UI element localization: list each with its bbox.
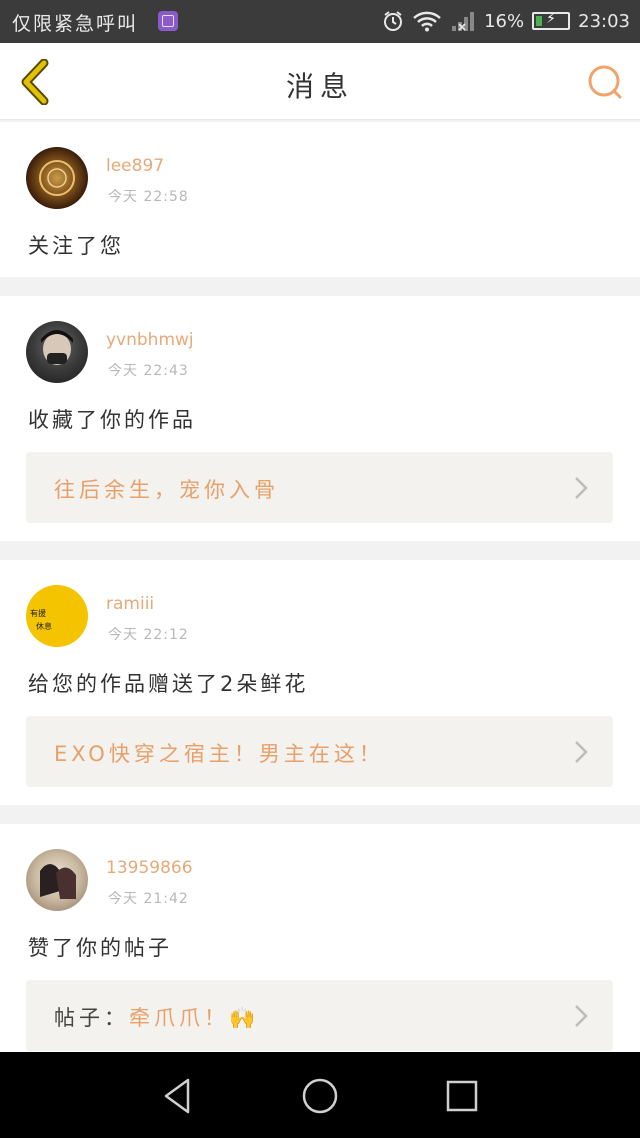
avatar[interactable] <box>26 147 88 209</box>
chevron-right-icon <box>575 477 588 499</box>
alarm-icon <box>384 11 403 31</box>
post-title-text: 牵爪爪！🙌 <box>129 1006 260 1030</box>
svg-text:休息: 休息 <box>36 621 52 631</box>
message-card[interactable]: 有援 休息 ramiii 今天 22:12 给您的作品赠送了2朵鲜花 EXO快穿… <box>0 560 640 805</box>
work-link[interactable]: EXO快穿之宿主！男主在这！ <box>26 716 613 787</box>
username[interactable]: 13959866 <box>106 858 193 878</box>
search-icon[interactable] <box>586 63 624 101</box>
username[interactable]: ramiii <box>106 594 154 614</box>
avatar[interactable] <box>26 321 88 383</box>
status-bar: 仅限紧急呼叫 16% ⚡ 23:03 <box>0 0 640 43</box>
username[interactable]: lee897 <box>106 156 164 176</box>
timestamp: 今天 22:43 <box>108 363 189 379</box>
status-time: 23:03 <box>578 10 630 32</box>
avatar-image <box>40 864 76 899</box>
work-link[interactable]: 往后余生，宠你入骨 <box>26 452 613 523</box>
image-icon <box>158 11 178 31</box>
message-text: 赞了你的帖子 <box>28 936 172 960</box>
recents-square-icon[interactable] <box>442 1076 482 1116</box>
system-nav-bar <box>0 1052 640 1138</box>
message-text: 给您的作品赠送了2朵鲜花 <box>28 672 309 696</box>
avatar-image <box>39 160 75 196</box>
post-title: 帖子：牵爪爪！🙌 <box>54 1002 259 1032</box>
status-left-text: 仅限紧急呼叫 <box>12 13 139 35</box>
timestamp: 今天 22:58 <box>108 189 189 205</box>
message-card[interactable]: yvnbhmwj 今天 22:43 收藏了你的作品 往后余生，宠你入骨 <box>0 296 640 541</box>
signal-icon <box>452 12 475 31</box>
post-prefix: 帖子： <box>54 1006 129 1030</box>
work-title: EXO快穿之宿主！男主在这！ <box>54 742 384 766</box>
post-link[interactable]: 帖子：牵爪爪！🙌 <box>26 980 613 1051</box>
home-circle-icon[interactable] <box>300 1076 340 1116</box>
avatar[interactable]: 有援 休息 <box>26 585 88 647</box>
work-title: 往后余生，宠你入骨 <box>54 478 279 502</box>
avatar[interactable] <box>26 849 88 911</box>
chevron-right-icon <box>575 741 588 763</box>
avatar-image <box>41 330 73 365</box>
message-card[interactable]: 13959866 今天 21:42 赞了你的帖子 帖子：牵爪爪！🙌 <box>0 824 640 1052</box>
message-text: 收藏了你的作品 <box>28 408 196 432</box>
timestamp: 今天 22:12 <box>108 627 189 643</box>
avatar-image: 有援 休息 <box>30 608 52 631</box>
battery-percent: 16% <box>484 10 525 32</box>
battery-icon: ⚡ <box>532 11 571 30</box>
page-title: 消息 <box>285 70 354 103</box>
app-header: 消息 <box>0 43 640 120</box>
username[interactable]: yvnbhmwj <box>106 330 194 350</box>
timestamp: 今天 21:42 <box>108 891 189 907</box>
chevron-right-icon <box>575 1005 588 1027</box>
back-triangle-icon[interactable] <box>158 1076 198 1116</box>
wifi-icon <box>413 11 441 32</box>
message-card[interactable]: lee897 今天 22:58 关注了您 <box>0 122 640 277</box>
svg-text:有援: 有援 <box>30 608 46 618</box>
message-text: 关注了您 <box>28 234 124 258</box>
